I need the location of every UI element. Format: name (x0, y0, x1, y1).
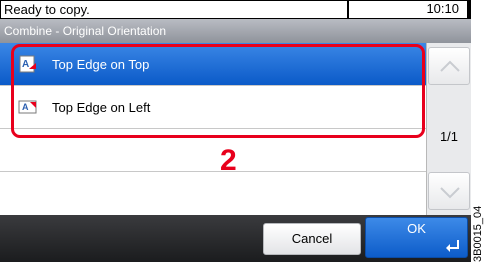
page-title: Combine - Original Orientation (4, 24, 167, 38)
chevron-up-icon (440, 60, 460, 72)
callout-number: 2 (220, 144, 237, 177)
callout-highlight-box (11, 44, 425, 138)
title-bar: Combine - Original Orientation (0, 19, 471, 43)
scroll-down-button[interactable] (428, 172, 470, 210)
status-bar: Ready to copy. 10:10 (0, 0, 471, 19)
page-count: 1/1 (439, 129, 459, 144)
scrollbar: 1/1 (426, 43, 471, 215)
chevron-down-icon (440, 187, 460, 199)
status-time: 10:10 (349, 1, 467, 18)
ok-button[interactable]: OK (365, 217, 468, 258)
reference-code: 3B0015_04 (472, 205, 484, 262)
cancel-button[interactable]: Cancel (263, 223, 361, 255)
option-empty-row (0, 172, 426, 215)
status-message-box: Ready to copy. (0, 0, 348, 19)
status-message: Ready to copy. (4, 2, 90, 17)
ok-label: OK (407, 221, 426, 236)
scroll-up-button[interactable] (428, 47, 470, 85)
enter-icon (446, 240, 459, 252)
